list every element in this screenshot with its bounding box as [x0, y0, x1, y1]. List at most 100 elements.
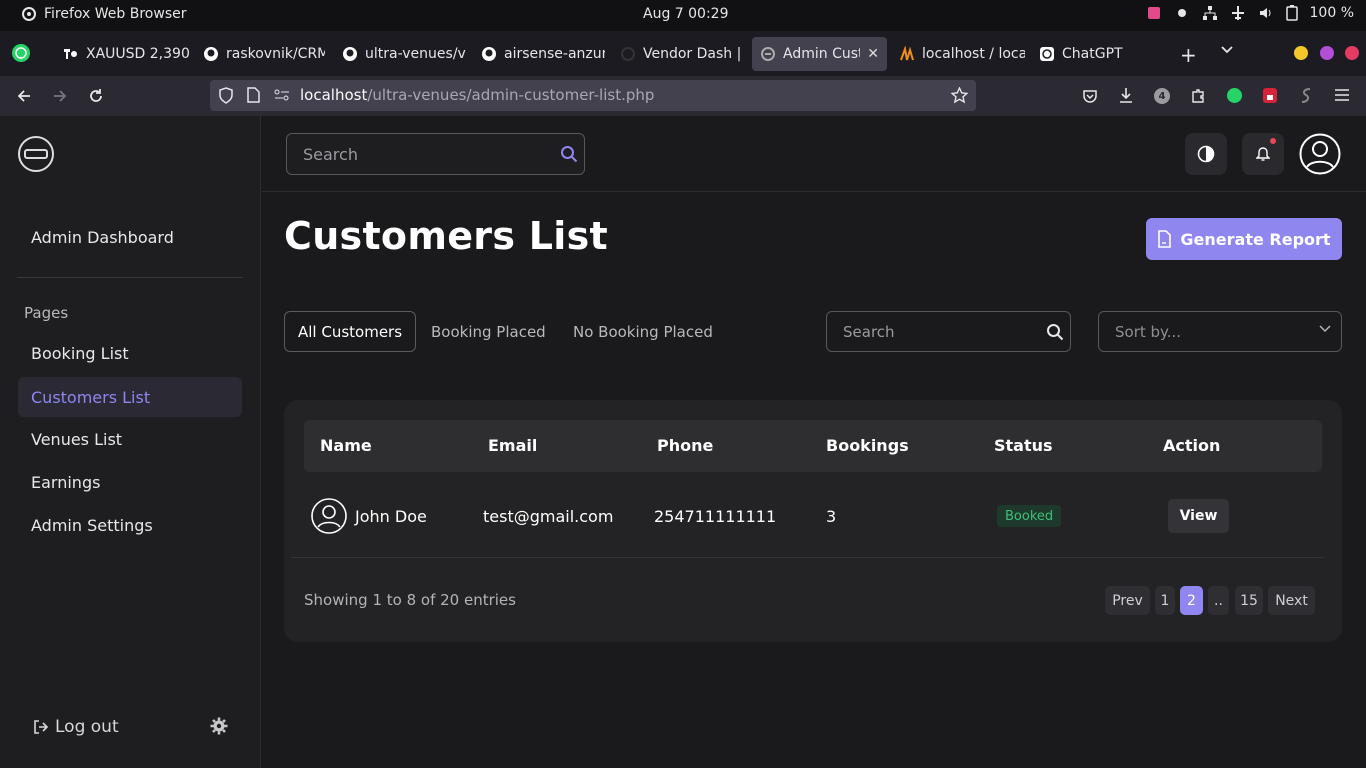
tab-admin-customers[interactable]: Admin Custo ✕: [752, 37, 887, 71]
chatgpt-icon: [1039, 46, 1055, 62]
search-icon[interactable]: [560, 145, 578, 163]
sidebar-item-admin-dashboard[interactable]: Admin Dashboard: [18, 217, 242, 257]
site-icon: [760, 46, 776, 62]
browser-nav-bar: localhost/ultra-venues/admin-customer-li…: [0, 76, 1366, 116]
extension-badge[interactable]: 4: [1154, 88, 1170, 104]
battery-icon[interactable]: [1285, 5, 1298, 21]
maximize-button[interactable]: [1320, 46, 1334, 60]
column-header-phone[interactable]: Phone: [657, 436, 713, 455]
clock[interactable]: Aug 7 00:29: [643, 6, 729, 22]
filter-all-customers[interactable]: All Customers: [284, 311, 417, 352]
table-search-input[interactable]: Search: [826, 311, 1071, 352]
page-title: Customers List: [284, 214, 609, 258]
close-window-button[interactable]: [1345, 46, 1359, 60]
new-tab-icon[interactable]: +: [1180, 43, 1197, 67]
logout-icon: [33, 719, 49, 735]
tab-phpmyadmin[interactable]: localhost / loca: [891, 37, 1025, 71]
notifications-button[interactable]: [1242, 133, 1284, 175]
header-divider: [262, 191, 1366, 192]
app-name: Firefox Web Browser: [44, 6, 187, 22]
header-search-input[interactable]: Search: [286, 133, 585, 175]
logout-link[interactable]: Log out: [33, 717, 119, 737]
tab-list-chevron-icon[interactable]: [1220, 45, 1234, 55]
tab-label: Admin Custo: [783, 46, 860, 62]
site-logo[interactable]: [18, 136, 54, 172]
sidebar-item-booking-list[interactable]: Booking List: [18, 333, 242, 373]
network-icon[interactable]: [1202, 5, 1218, 21]
tab-label: Vendor Dash |: [643, 46, 742, 62]
document-icon: [1157, 230, 1172, 248]
downloads-icon[interactable]: [1118, 87, 1134, 104]
tab-ultra-venues[interactable]: ultra-venues/v: [334, 37, 466, 71]
sidebar-section-title: Pages: [24, 304, 69, 322]
column-header-action[interactable]: Action: [1163, 436, 1220, 455]
menu-hamburger-icon[interactable]: [1334, 88, 1350, 102]
column-header-status[interactable]: Status: [994, 436, 1053, 455]
main-content: Search Customers List Generate Report Al…: [262, 116, 1366, 768]
view-button[interactable]: View: [1168, 499, 1229, 533]
filter-no-booking-placed[interactable]: No Booking Placed: [560, 311, 726, 352]
theme-toggle-button[interactable]: [1185, 133, 1227, 175]
url-host: localhost: [300, 86, 368, 104]
entries-info: Showing 1 to 8 of 20 entries: [304, 591, 516, 609]
pocket-icon[interactable]: [1082, 88, 1098, 104]
minimize-button[interactable]: [1294, 46, 1308, 60]
shield-icon[interactable]: [218, 87, 234, 104]
cube-icon[interactable]: [1146, 5, 1162, 21]
address-bar[interactable]: localhost/ultra-venues/admin-customer-li…: [210, 80, 976, 111]
user-avatar-icon[interactable]: [1299, 133, 1341, 175]
battery-level: 100 %: [1309, 5, 1354, 21]
url-path: /ultra-venues/admin-customer-list.php: [367, 86, 655, 104]
filter-booking-placed[interactable]: Booking Placed: [418, 311, 559, 352]
generate-report-button[interactable]: Generate Report: [1146, 218, 1342, 260]
close-tab-icon[interactable]: ✕: [867, 46, 879, 62]
whatsapp-extension-icon[interactable]: [1226, 87, 1243, 104]
column-header-name[interactable]: Name: [320, 436, 372, 455]
pagination-page-15[interactable]: 15: [1235, 586, 1263, 615]
whatsapp-tab-icon[interactable]: [11, 43, 31, 63]
sidebar-item-admin-settings[interactable]: Admin Settings: [18, 505, 242, 545]
tab-label: XAUUSD 2,390: [86, 46, 190, 62]
system-tray[interactable]: 100 %: [1146, 5, 1354, 21]
reload-icon[interactable]: [88, 88, 104, 104]
pagination-page-2[interactable]: 2: [1180, 586, 1203, 615]
column-header-bookings[interactable]: Bookings: [826, 436, 909, 455]
sidebar-item-earnings[interactable]: Earnings: [18, 462, 242, 502]
volume-icon[interactable]: [1258, 5, 1274, 21]
app-menu[interactable]: Firefox Web Browser: [22, 6, 187, 22]
page-icon[interactable]: [246, 87, 260, 103]
user-avatar-icon: [311, 498, 347, 534]
logout-label: Log out: [55, 717, 119, 737]
gear-icon[interactable]: [210, 717, 228, 735]
generate-report-label: Generate Report: [1180, 229, 1331, 249]
tab-raskovnik[interactable]: raskovnik/CRM: [195, 37, 325, 71]
tab-chatgpt[interactable]: ChatGPT: [1031, 37, 1165, 71]
cell-name: John Doe: [355, 507, 427, 526]
table-search-placeholder: Search: [843, 322, 895, 341]
pagination-prev[interactable]: Prev: [1105, 586, 1150, 615]
brightness-icon[interactable]: [1174, 5, 1190, 21]
tab-label: ultra-venues/v: [365, 46, 466, 62]
pagination-ellipsis: ..: [1208, 586, 1229, 615]
column-header-email[interactable]: Email: [488, 436, 537, 455]
pagination-next[interactable]: Next: [1268, 586, 1315, 615]
sidebar-item-venues-list[interactable]: Venues List: [18, 419, 242, 459]
github-icon: [481, 46, 497, 62]
tab-vendor-dash[interactable]: Vendor Dash |: [612, 37, 745, 71]
sidebar-item-customers-list[interactable]: Customers List: [18, 377, 242, 417]
pagination-page-1[interactable]: 1: [1155, 586, 1175, 615]
back-icon[interactable]: [16, 88, 32, 104]
forward-icon[interactable]: [52, 88, 68, 104]
bookmark-star-icon[interactable]: [951, 87, 968, 104]
airplane-icon[interactable]: [1230, 5, 1246, 21]
lock-extension-icon[interactable]: [1262, 87, 1278, 104]
extensions-puzzle-icon[interactable]: [1190, 88, 1206, 104]
search-icon[interactable]: [1046, 323, 1064, 341]
sort-select[interactable]: Sort by...: [1098, 311, 1342, 352]
tab-xauusd[interactable]: XAUUSD 2,390: [55, 37, 190, 71]
script-extension-icon[interactable]: [1298, 87, 1314, 104]
tab-label: localhost / loca: [922, 46, 1025, 62]
os-top-bar: Firefox Web Browser Aug 7 00:29 100 %: [0, 0, 1366, 31]
tab-airsense[interactable]: airsense-anzur: [473, 37, 605, 71]
permissions-icon[interactable]: [274, 88, 290, 102]
